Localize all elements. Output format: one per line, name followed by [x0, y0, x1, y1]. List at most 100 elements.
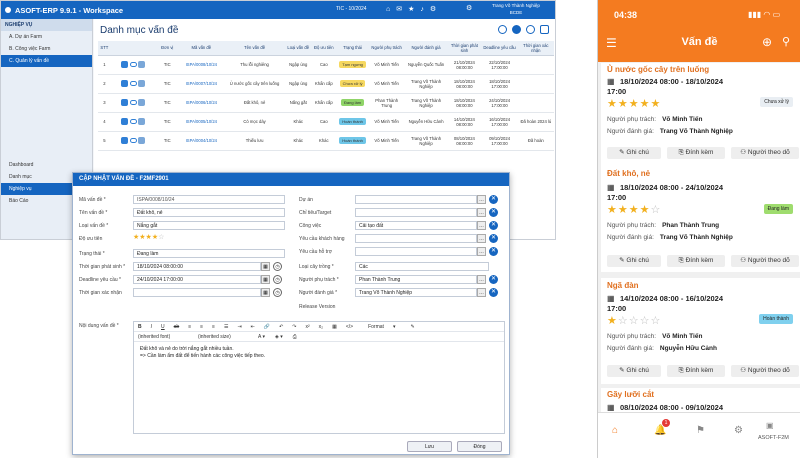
align-center-icon[interactable]: ≡ — [200, 324, 203, 330]
edit-icon[interactable] — [121, 99, 129, 106]
sidebar-item-cong-viec[interactable]: B. Công việc Farm — [1, 43, 92, 55]
font-color-icon[interactable]: A ▾ — [258, 334, 265, 340]
attach-button[interactable]: ⎘ Đính kèm — [667, 365, 725, 377]
more-icon[interactable]: … — [477, 288, 486, 297]
add-icon[interactable] — [512, 25, 521, 34]
follow-button[interactable]: ⚇ Người theo dõ — [731, 365, 799, 377]
clear-icon[interactable]: ✕ — [489, 275, 498, 284]
more-icon[interactable]: … — [477, 221, 486, 230]
follow-button[interactable]: ⚇ Người theo dõ — [731, 147, 799, 159]
cust-req-field[interactable] — [355, 234, 477, 243]
align-left-icon[interactable]: ≡ — [188, 324, 191, 330]
subscript-icon[interactable]: x₂ — [319, 324, 323, 330]
col-header[interactable]: STT — [98, 41, 111, 56]
table-row[interactable]: 3 TIC ISPA/0006/10/24 Đất khô, nẻ Nắng g… — [98, 93, 554, 113]
col-header[interactable]: Thời gian phát sinh — [447, 41, 482, 56]
bold-button[interactable]: B — [138, 324, 142, 330]
clear-icon[interactable]: ✕ — [489, 221, 498, 230]
settings-icon[interactable]: ⚙ — [734, 425, 743, 436]
edit-icon[interactable] — [121, 118, 129, 125]
period-selector[interactable]: TIC - 10/2024 — [336, 6, 367, 12]
superscript-icon[interactable]: x² — [306, 324, 310, 330]
issue-card[interactable]: Ngã đàn ▦ 14/10/2024 08:00 - 16/10/2024 … — [601, 278, 800, 384]
col-header[interactable]: Deadline yêu cầu — [481, 41, 518, 56]
project-field[interactable] — [355, 195, 477, 204]
more-icon[interactable]: … — [477, 234, 486, 243]
format-select[interactable]: Format — [368, 324, 384, 330]
cell-code[interactable]: ISPA/0004/10/24 — [178, 131, 224, 151]
attach-button[interactable]: ⎘ Đính kèm — [667, 255, 725, 267]
cell-code[interactable]: ISPA/0006/10/24 — [178, 93, 224, 113]
clock-icon[interactable]: ◷ — [273, 275, 282, 284]
undo-icon[interactable]: ↶ — [279, 324, 283, 330]
clear-icon[interactable]: ✕ — [489, 288, 498, 297]
filter-icon[interactable]: ⚲ — [782, 35, 790, 48]
calendar-icon[interactable]: ▦ — [261, 275, 270, 284]
clear-icon[interactable]: ✕ — [489, 195, 498, 204]
clear-icon[interactable]: ✕ — [489, 234, 498, 243]
table-row[interactable]: 1 TIC ISPA/0008/10/24 Thu lỗi nghiêng Ng… — [98, 55, 554, 75]
home-icon[interactable]: ⌂ — [612, 425, 618, 436]
app-icon[interactable]: ▣ — [766, 421, 774, 430]
chevron-down-icon[interactable]: ▾ — [393, 324, 396, 330]
edit-icon[interactable] — [121, 80, 129, 87]
editor-content[interactable]: Đất khô và nẻ do trời nắng gắt nhiều tuầ… — [134, 342, 504, 364]
view-icon[interactable] — [137, 137, 145, 144]
indent-icon[interactable]: ⇥ — [237, 324, 241, 330]
align-right-icon[interactable]: ≡ — [212, 324, 215, 330]
rich-text-editor[interactable]: B I U ab ≡ ≡ ≡ ☰ ⇥ ⇤ 🔗 ↶ ↷ x² x₂ ▦ </> F… — [133, 321, 505, 434]
table-row[interactable]: 4 TIC ISPA/0005/10/24 Cỏ mọc dày Khác Ca… — [98, 112, 554, 132]
topbar-icons[interactable]: ⌂✉★♪⚙ — [386, 5, 442, 13]
target-field[interactable] — [355, 208, 477, 217]
paint-icon[interactable]: ✎ — [410, 324, 414, 330]
row-action-icons[interactable] — [110, 112, 156, 132]
more-icon[interactable]: … — [477, 195, 486, 204]
font-select[interactable]: (inherited font) — [138, 334, 188, 340]
code-field[interactable]: ISPA/0008/10/24 — [133, 195, 285, 204]
edit-icon[interactable] — [121, 137, 129, 144]
issue-card[interactable]: Đất khô, nẻ ▦ 18/10/2024 08:00 - 24/10/2… — [601, 166, 800, 272]
table-row[interactable]: 2 TIC ISPA/0007/10/24 Ủ nước gốc cây trê… — [98, 74, 554, 94]
clock-icon[interactable]: ◷ — [273, 288, 282, 297]
source-icon[interactable]: </> — [346, 324, 353, 330]
row-action-icons[interactable] — [110, 74, 156, 94]
link-icon[interactable] — [129, 81, 137, 86]
edit-icon[interactable] — [121, 61, 129, 68]
issue-card[interactable]: Gãy lưỡi cắt ▦ 08/10/2024 08:00 - 09/10/… — [601, 388, 800, 414]
highlight-icon[interactable]: ◈ ▾ — [275, 334, 283, 340]
add-icon[interactable]: ⊕ — [762, 35, 772, 49]
row-action-icons[interactable] — [110, 131, 156, 151]
deadline-datetime[interactable]: 24/10/2024 17:00:00 — [133, 275, 261, 284]
print-icon[interactable]: ⎙ — [293, 334, 297, 340]
priority-stars[interactable]: ★★★★☆ — [133, 233, 164, 241]
more-icon[interactable]: … — [477, 208, 486, 217]
col-header[interactable]: Trạng thái — [336, 41, 369, 56]
view-icon[interactable] — [137, 118, 145, 125]
clear-icon[interactable]: ✕ — [489, 208, 498, 217]
type-select[interactable]: Nắng gắt — [133, 221, 285, 230]
filter-icon[interactable] — [526, 25, 535, 34]
link-icon[interactable] — [129, 119, 137, 124]
link-icon[interactable] — [129, 100, 137, 105]
clock-icon[interactable]: ◷ — [273, 262, 282, 271]
col-header[interactable]: Người đánh giá — [404, 41, 448, 56]
col-header[interactable]: Thời gian xác nhận — [517, 41, 554, 56]
sidebar-item-quan-ly-van-de[interactable]: C. Quản lý vấn đề — [1, 55, 92, 67]
strike-button[interactable]: ab — [174, 324, 180, 330]
link-icon[interactable] — [129, 62, 137, 67]
settings-icon[interactable]: ⚙ — [466, 4, 472, 12]
bookmark-icon[interactable] — [540, 25, 549, 34]
clear-icon[interactable]: ✕ — [489, 247, 498, 256]
note-button[interactable]: ✎ Ghi chú — [607, 147, 661, 159]
cell-code[interactable]: ISPA/0008/10/24 — [178, 55, 224, 75]
more-icon[interactable]: … — [477, 247, 486, 256]
view-icon[interactable] — [137, 99, 145, 106]
outdent-icon[interactable]: ⇤ — [251, 324, 255, 330]
issue-card[interactable]: Ủ nước gốc cây trên luống ▦ 18/10/2024 0… — [601, 63, 800, 169]
task-field[interactable]: Cải tạo đất — [355, 221, 477, 230]
row-action-icons[interactable] — [110, 93, 156, 113]
underline-button[interactable]: U — [161, 324, 165, 330]
more-icon[interactable]: … — [477, 275, 486, 284]
crop-select[interactable]: Các — [355, 262, 489, 271]
link-icon[interactable]: 🔗 — [264, 324, 270, 330]
